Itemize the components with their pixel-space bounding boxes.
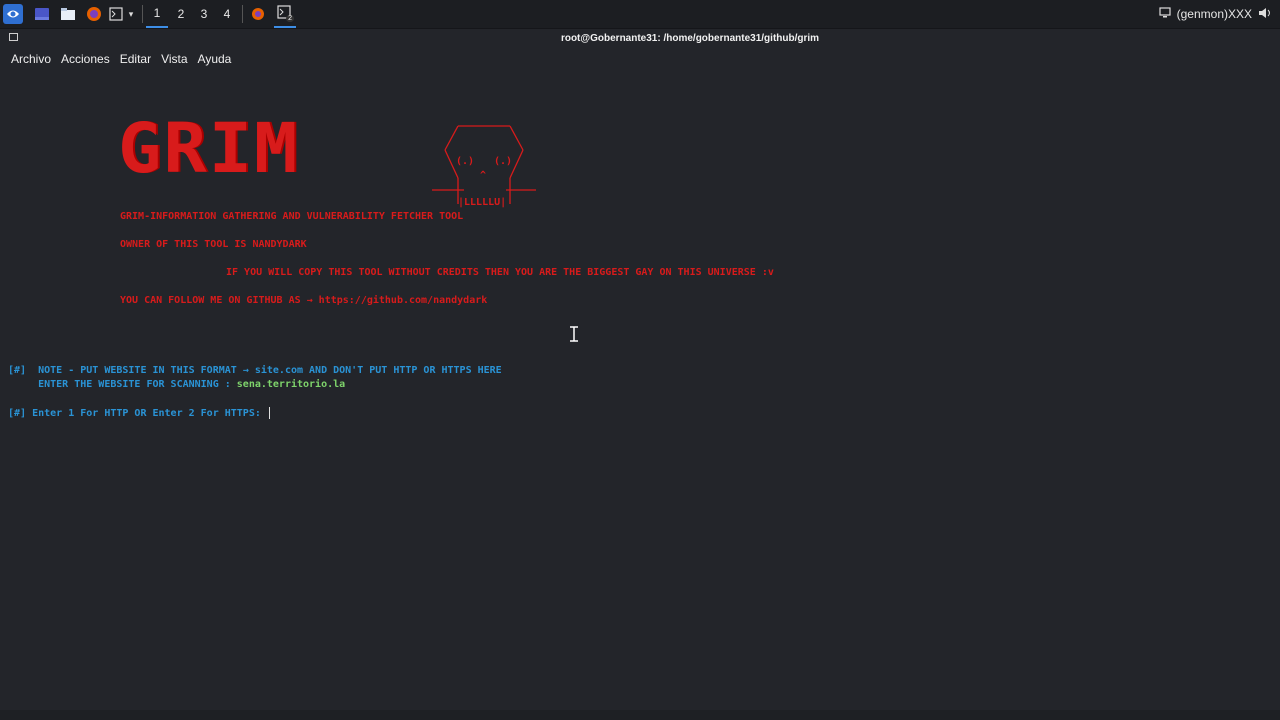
svg-text:^: ^ — [480, 170, 486, 181]
workspace-4[interactable]: 4 — [216, 0, 238, 28]
terminal-output[interactable]: GRIM (.) (.) ^ |LLLLLU| GRIM-INFORMATION… — [0, 70, 1280, 710]
file-manager-icon[interactable] — [59, 4, 77, 24]
top-panel: ▾ 1 2 3 4 2 (genmon)XXX — [0, 0, 1280, 29]
volume-icon[interactable] — [1258, 7, 1272, 22]
banner-line-4: YOU CAN FOLLOW ME ON GITHUB AS → https:/… — [120, 295, 488, 306]
grim-logo: GRIM — [118, 108, 300, 188]
ibeam-cursor-icon — [570, 326, 578, 342]
window-titlebar[interactable]: root@Gobernante31: /home/gobernante31/gi… — [0, 29, 1280, 49]
app-menu-icon[interactable] — [3, 4, 23, 24]
firefox-task-icon[interactable] — [249, 4, 267, 24]
workspace-2[interactable]: 2 — [170, 0, 192, 28]
genmon-label[interactable]: (genmon)XXX — [1177, 7, 1252, 21]
banner-line-2: OWNER OF THIS TOOL IS NANDYDARK — [120, 239, 307, 250]
note-line: [#] NOTE - PUT WEBSITE IN THIS FORMAT → … — [8, 365, 502, 376]
menu-bar: Archivo Acciones Editar Vista Ayuda — [0, 49, 1280, 69]
firefox-icon[interactable] — [85, 4, 103, 24]
menu-acciones[interactable]: Acciones — [61, 52, 110, 69]
terminal-launcher-icon[interactable] — [107, 4, 125, 24]
system-tray: (genmon)XXX — [1159, 0, 1272, 28]
workspace-1[interactable]: 1 — [146, 0, 168, 28]
protocol-prompt[interactable]: [#] Enter 1 For HTTP OR Enter 2 For HTTP… — [8, 407, 270, 419]
terminal-task-icon[interactable]: 2 — [274, 0, 296, 28]
menu-archivo[interactable]: Archivo — [11, 52, 51, 69]
window-title: root@Gobernante31: /home/gobernante31/gi… — [560, 33, 820, 44]
scan-value: sena.territorio.la — [236, 379, 346, 390]
banner-line-3: IF YOU WILL COPY THIS TOOL WITHOUT CREDI… — [226, 267, 774, 278]
show-desktop-icon[interactable] — [33, 4, 51, 24]
monitor-icon[interactable] — [1159, 7, 1171, 21]
bottom-edge — [0, 710, 1280, 720]
menu-vista[interactable]: Vista — [161, 52, 187, 69]
chevron-down-icon[interactable]: ▾ — [126, 4, 136, 24]
terminal-task-badge: 2 — [286, 15, 294, 22]
svg-text:(.): (.) — [456, 156, 474, 167]
skull-teeth: |LLLLLU| — [458, 197, 507, 208]
svg-text:(.): (.) — [494, 156, 512, 167]
banner-line-1: GRIM-INFORMATION GATHERING AND VULNERABI… — [120, 211, 464, 222]
workspace-3[interactable]: 3 — [193, 0, 215, 28]
menu-ayuda[interactable]: Ayuda — [198, 52, 232, 69]
text-cursor — [268, 407, 270, 419]
scan-line: ENTER THE WEBSITE FOR SCANNING : sena.te… — [8, 379, 346, 390]
menu-editar[interactable]: Editar — [120, 52, 151, 69]
